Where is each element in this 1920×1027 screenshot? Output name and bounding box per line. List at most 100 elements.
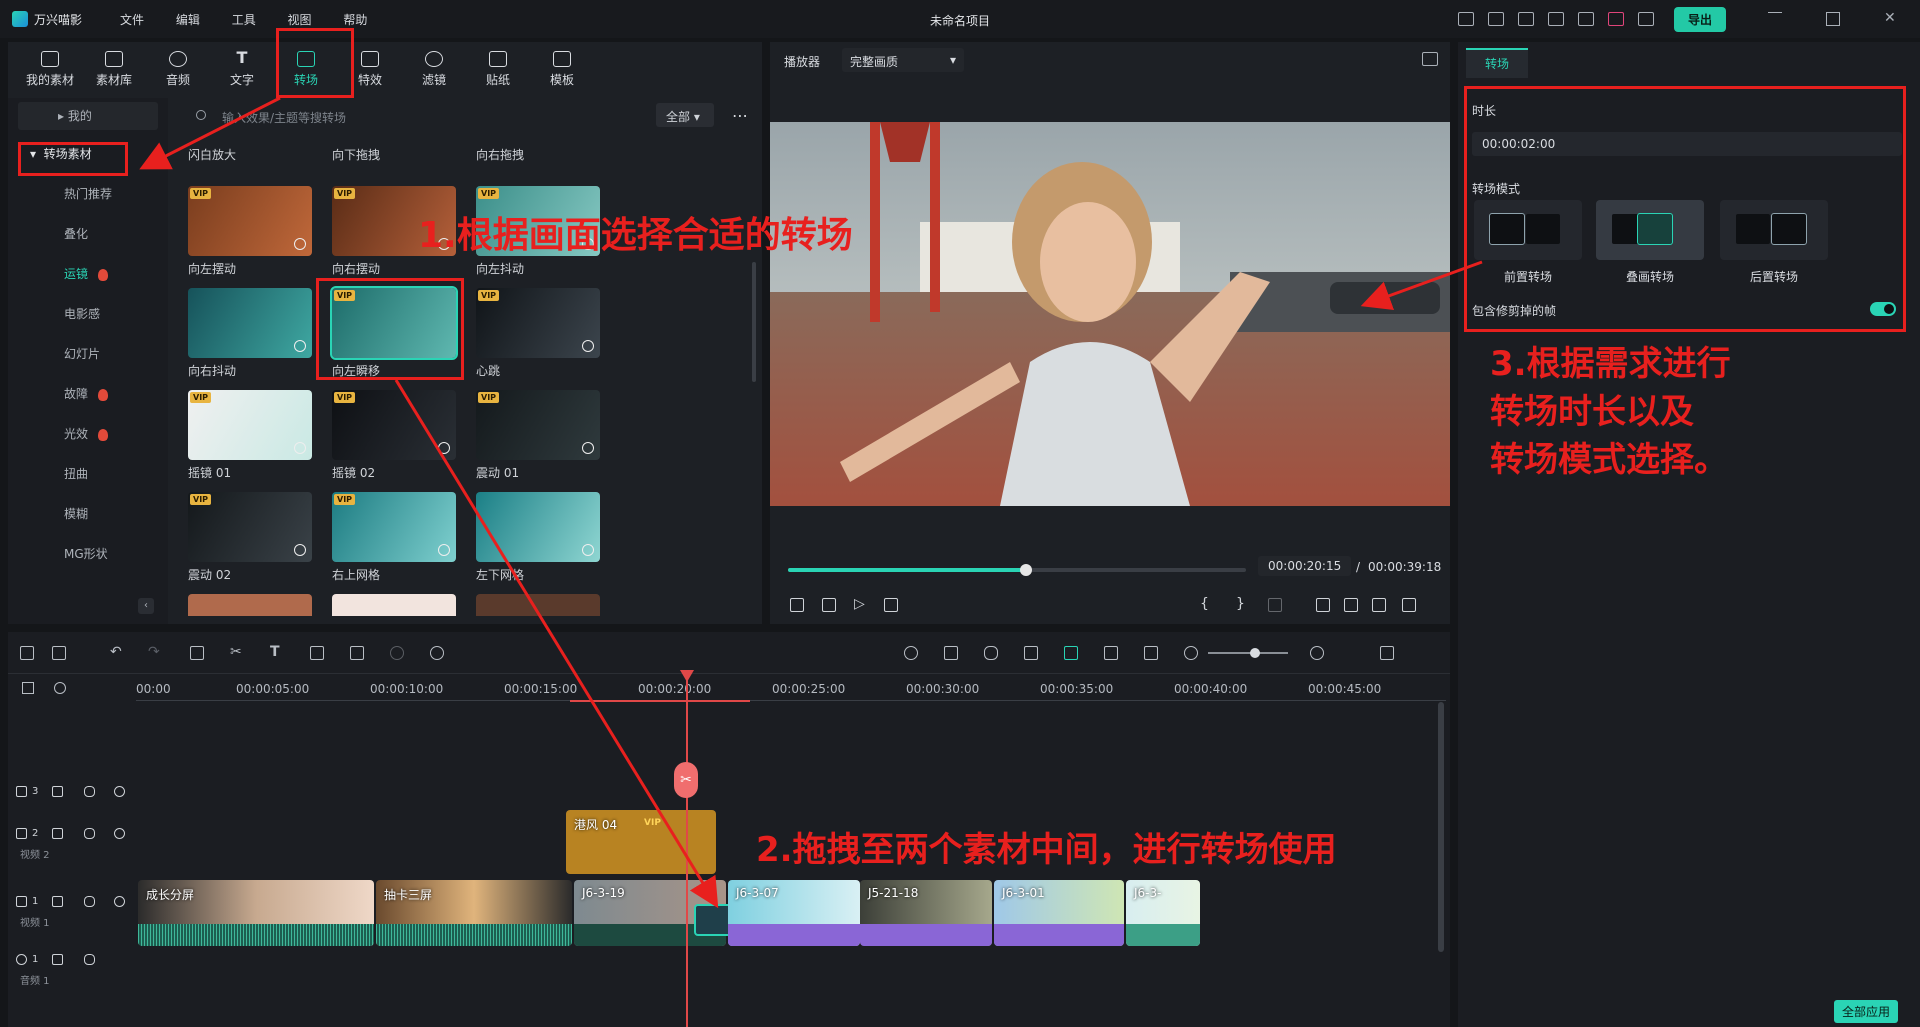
eye-icon[interactable] bbox=[114, 896, 125, 907]
volume-icon[interactable] bbox=[1372, 598, 1386, 612]
zoom-in-icon[interactable] bbox=[1310, 646, 1324, 660]
menu-edit[interactable]: 编辑 bbox=[176, 13, 200, 27]
video-clip[interactable]: J6-3-01 bbox=[994, 880, 1124, 946]
volume-icon[interactable] bbox=[84, 954, 95, 965]
tool-filters[interactable]: 滤镜 bbox=[402, 42, 466, 96]
zoom-out-icon[interactable] bbox=[1184, 646, 1198, 660]
magnet-icon[interactable] bbox=[1064, 646, 1078, 660]
download-icon[interactable] bbox=[294, 442, 306, 454]
mark-out-icon[interactable]: } bbox=[1236, 597, 1250, 612]
transition-card[interactable]: VIP 右上网格 bbox=[332, 492, 456, 586]
tool-templates[interactable]: 模板 bbox=[530, 42, 594, 96]
timeline-settings-icon[interactable] bbox=[1380, 646, 1394, 660]
category-item[interactable]: 模糊 bbox=[8, 494, 168, 534]
split-icon[interactable]: ✂ bbox=[230, 645, 244, 660]
playback-progress[interactable] bbox=[788, 564, 1246, 576]
category-item[interactable]: 叠化 bbox=[8, 214, 168, 254]
snapshot-icon[interactable] bbox=[1344, 598, 1358, 612]
tool-stickers[interactable]: 贴纸 bbox=[466, 42, 530, 96]
progress-knob[interactable] bbox=[1020, 564, 1033, 576]
link-icon[interactable] bbox=[54, 682, 66, 694]
download-icon[interactable] bbox=[582, 340, 594, 352]
transition-card[interactable]: 左下网格 bbox=[476, 492, 600, 586]
download-icon[interactable] bbox=[294, 238, 306, 250]
filter-select[interactable]: 全部 ▾ bbox=[656, 103, 714, 127]
eye-icon[interactable] bbox=[114, 828, 125, 839]
download-icon[interactable] bbox=[294, 340, 306, 352]
menu-view[interactable]: 视图 bbox=[288, 13, 312, 27]
delete-icon[interactable] bbox=[190, 646, 204, 660]
color-icon[interactable] bbox=[390, 646, 404, 660]
category-mine[interactable]: ▸ 我的 bbox=[18, 102, 158, 130]
insert-icon[interactable] bbox=[1268, 598, 1282, 612]
category-item[interactable]: 扭曲 bbox=[8, 454, 168, 494]
support-icon[interactable] bbox=[1547, 12, 1564, 26]
lock-icon[interactable] bbox=[52, 896, 63, 907]
lock-icon[interactable] bbox=[52, 828, 63, 839]
collapse-panel-icon[interactable]: ‹ bbox=[138, 598, 154, 614]
minimize-icon[interactable] bbox=[1768, 12, 1782, 26]
prev-frame-icon[interactable] bbox=[790, 598, 804, 612]
mark-in-icon[interactable]: { bbox=[1200, 597, 1214, 612]
menu-help[interactable]: 帮助 bbox=[343, 13, 367, 27]
category-item[interactable]: 故障 bbox=[8, 374, 168, 414]
transition-card[interactable]: 闪白放大 bbox=[188, 122, 312, 162]
close-icon[interactable]: ✕ bbox=[1884, 11, 1898, 26]
video-clip[interactable]: 抽卡三屏 bbox=[376, 880, 572, 946]
monitor-icon[interactable] bbox=[1316, 598, 1330, 612]
video-clip[interactable]: J6-3- bbox=[1126, 880, 1200, 946]
transition-card[interactable]: 向下拖拽 bbox=[332, 122, 456, 162]
menu-file[interactable]: 文件 bbox=[120, 13, 144, 27]
cart-icon[interactable] bbox=[1607, 12, 1624, 26]
volume-icon[interactable] bbox=[84, 828, 95, 839]
tool-my-media[interactable]: 我的素材 bbox=[18, 42, 82, 96]
export-button[interactable]: 导出 bbox=[1673, 6, 1726, 32]
video-preview[interactable] bbox=[770, 122, 1450, 506]
save-icon[interactable] bbox=[1487, 12, 1504, 26]
transition-card[interactable]: VIP 摇镜 02 bbox=[332, 390, 456, 484]
download-icon[interactable] bbox=[294, 544, 306, 556]
download-icon[interactable] bbox=[438, 544, 450, 556]
tab-transition[interactable]: 转场 bbox=[1466, 48, 1528, 78]
stop-icon[interactable] bbox=[884, 598, 898, 612]
apps-icon[interactable] bbox=[1577, 12, 1594, 26]
scopes-icon[interactable] bbox=[1422, 52, 1438, 66]
auto-crop-icon[interactable] bbox=[1104, 646, 1118, 660]
transition-card[interactable]: VIP 向左摆动 bbox=[188, 186, 312, 280]
lock-icon[interactable] bbox=[52, 786, 63, 797]
play-icon[interactable]: ▷ bbox=[854, 597, 868, 612]
download-icon[interactable] bbox=[582, 442, 594, 454]
transition-card[interactable]: 向右抖动 bbox=[188, 288, 312, 382]
menu-tools[interactable]: 工具 bbox=[232, 13, 256, 27]
layout-icon[interactable] bbox=[1457, 12, 1474, 26]
crop-icon[interactable] bbox=[310, 646, 324, 660]
marker-icon[interactable] bbox=[944, 646, 958, 660]
scrollbar[interactable] bbox=[752, 262, 756, 382]
undo-icon[interactable]: ↶ bbox=[110, 645, 124, 660]
tool-audio[interactable]: 音频 bbox=[146, 42, 210, 96]
category-item[interactable]: 热门推荐 bbox=[8, 174, 168, 214]
fit-icon[interactable] bbox=[1144, 646, 1158, 660]
mic-icon[interactable] bbox=[984, 646, 998, 660]
volume-icon[interactable] bbox=[84, 896, 95, 907]
effect-clip[interactable]: 港风 04 VIP bbox=[566, 810, 716, 874]
video-clip[interactable]: 成长分屏 bbox=[138, 880, 374, 946]
redo-icon[interactable]: ↷ bbox=[148, 645, 162, 660]
select-tool-icon[interactable] bbox=[52, 646, 66, 660]
transition-card[interactable]: VIP 摇镜 01 bbox=[188, 390, 312, 484]
playhead[interactable] bbox=[686, 676, 688, 1027]
mask-icon[interactable] bbox=[350, 646, 364, 660]
fullscreen-icon[interactable] bbox=[1402, 598, 1416, 612]
restore-icon[interactable] bbox=[1826, 12, 1840, 26]
add-track-icon[interactable] bbox=[22, 682, 34, 694]
transition-card[interactable]: VIP 震动 01 bbox=[476, 390, 600, 484]
quality-select[interactable]: 完整画质 ▾ bbox=[842, 48, 964, 72]
category-item[interactable]: 幻灯片 bbox=[8, 334, 168, 374]
timer-icon[interactable] bbox=[430, 646, 444, 660]
scissor-icon[interactable]: ✂ bbox=[674, 762, 698, 798]
text-icon[interactable]: T bbox=[270, 645, 284, 660]
transition-card[interactable]: VIP 震动 02 bbox=[188, 492, 312, 586]
audio-mix-icon[interactable] bbox=[1024, 646, 1038, 660]
cloud-icon[interactable] bbox=[1517, 12, 1534, 26]
zoom-slider[interactable] bbox=[1208, 648, 1288, 658]
